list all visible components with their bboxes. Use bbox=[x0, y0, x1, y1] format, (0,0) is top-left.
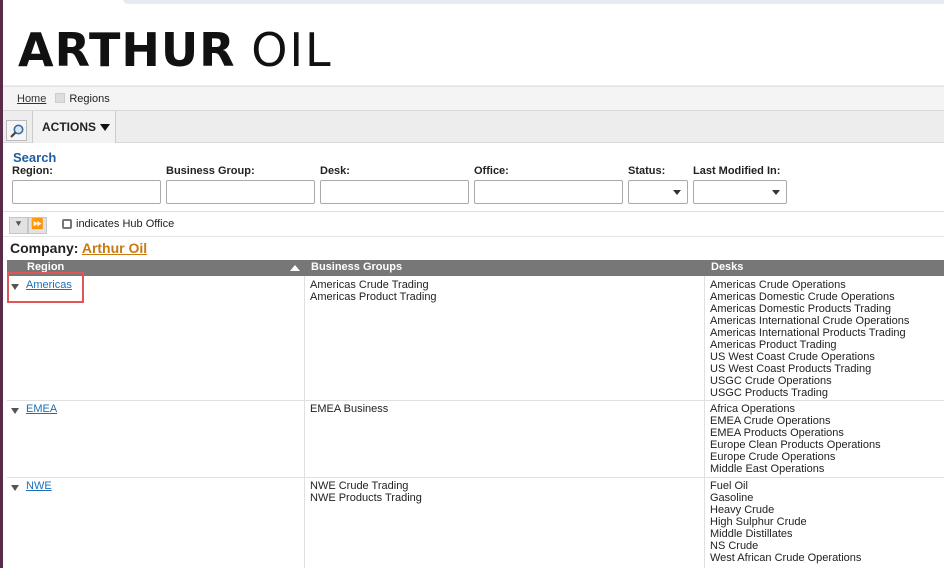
desk-item: Middle Distillates bbox=[710, 528, 793, 540]
company-heading: Company: Arthur Oil bbox=[10, 240, 148, 256]
desk-item: NS Crude bbox=[710, 540, 759, 552]
desk-item: Fuel Oil bbox=[710, 480, 748, 492]
sort-ascending-icon[interactable] bbox=[290, 265, 300, 271]
desk-item: US West Coast Crude Operations bbox=[710, 351, 875, 363]
search-panel: Search Region: Business Group: Desk: Off… bbox=[3, 144, 944, 212]
desk-item: Americas Domestic Products Trading bbox=[710, 303, 891, 315]
desk-item: US West Coast Products Trading bbox=[710, 363, 872, 375]
business-group-item: NWE Products Trading bbox=[310, 492, 422, 504]
business-groups-cell: EMEA Business bbox=[305, 401, 705, 477]
desk-item: Africa Operations bbox=[710, 403, 795, 415]
expand-triangle-icon[interactable] bbox=[11, 408, 19, 414]
column-header-business-groups[interactable]: Business Groups bbox=[311, 261, 402, 273]
table-row: EMEA EMEA Business Africa Operations EME… bbox=[7, 401, 944, 478]
desk-item: Middle East Operations bbox=[710, 463, 825, 475]
status-label: Status: bbox=[628, 165, 666, 177]
desk-label: Desk: bbox=[320, 165, 350, 177]
toolbar: ACTIONS bbox=[3, 110, 944, 143]
highlight-box bbox=[7, 272, 84, 303]
actions-menu-button[interactable]: ACTIONS bbox=[32, 111, 116, 143]
top-strip bbox=[3, 0, 944, 10]
regions-table: Region Business Groups Desks Americas Am… bbox=[7, 260, 944, 568]
region-input[interactable] bbox=[12, 180, 161, 204]
desk-item: EMEA Crude Operations bbox=[710, 415, 831, 427]
region-label: Region: bbox=[12, 165, 53, 177]
business-group-label: Business Group: bbox=[166, 165, 255, 177]
desk-item: Europe Crude Operations bbox=[710, 451, 836, 463]
desk-item: Heavy Crude bbox=[710, 504, 775, 516]
status-field: Status: bbox=[628, 165, 688, 204]
desk-field: Desk: bbox=[320, 165, 469, 204]
desk-item: USGC Crude Operations bbox=[710, 375, 832, 387]
business-group-item: Americas Product Trading bbox=[310, 291, 437, 303]
search-toggle-button[interactable] bbox=[6, 120, 27, 141]
caret-down-icon bbox=[100, 124, 110, 131]
desk-item: USGC Products Trading bbox=[710, 387, 828, 399]
last-modified-label: Last Modified In: bbox=[693, 165, 781, 177]
desk-item: Gasoline bbox=[710, 492, 754, 504]
desk-item: High Sulphur Crude bbox=[710, 516, 807, 528]
magnifier-icon bbox=[10, 124, 24, 138]
region-cell: NWE bbox=[7, 478, 305, 568]
business-group-item: NWE Crude Trading bbox=[310, 480, 409, 492]
column-header-desks[interactable]: Desks bbox=[711, 261, 743, 273]
business-group-item: EMEA Business bbox=[310, 403, 389, 415]
region-link[interactable]: NWE bbox=[26, 480, 52, 492]
office-label: Office: bbox=[474, 165, 509, 177]
expand-next-button[interactable]: ⏩ bbox=[28, 217, 47, 234]
arthur-oil-logo: ARTHUR OIL bbox=[18, 23, 333, 77]
table-header: Region Business Groups Desks bbox=[7, 260, 944, 276]
desks-cell: Americas Crude Operations Americas Domes… bbox=[705, 276, 944, 400]
office-input[interactable] bbox=[474, 180, 623, 204]
desk-item: Americas International Crude Operations bbox=[710, 315, 910, 327]
desks-cell: Africa Operations EMEA Crude Operations … bbox=[705, 401, 944, 477]
region-link[interactable]: EMEA bbox=[26, 403, 57, 415]
breadcrumb-separator-icon bbox=[55, 93, 66, 103]
status-select[interactable] bbox=[628, 180, 688, 204]
header: ARTHUR OIL bbox=[3, 10, 944, 86]
desk-item: Europe Clean Products Operations bbox=[710, 439, 881, 451]
business-groups-cell: Americas Crude Trading Americas Product … bbox=[305, 276, 705, 400]
business-group-item: Americas Crude Trading bbox=[310, 279, 429, 291]
region-cell: EMEA bbox=[7, 401, 305, 477]
business-group-input[interactable] bbox=[166, 180, 315, 204]
desk-item: EMEA Products Operations bbox=[710, 427, 844, 439]
office-field: Office: bbox=[474, 165, 623, 204]
top-pill bbox=[123, 0, 944, 4]
desk-item: West African Crude Operations bbox=[710, 552, 862, 564]
desk-item: Americas Domestic Crude Operations bbox=[710, 291, 895, 303]
breadcrumb-home-link[interactable]: Home bbox=[17, 93, 46, 105]
company-link[interactable]: Arthur Oil bbox=[82, 240, 147, 256]
breadcrumb: Home Regions bbox=[3, 86, 944, 110]
hub-bar: ⯆ ⏩ indicates Hub Office bbox=[3, 213, 944, 237]
breadcrumb-current: Regions bbox=[69, 93, 110, 105]
collapse-all-button[interactable]: ⯆ bbox=[9, 217, 28, 234]
desk-input[interactable] bbox=[320, 180, 469, 204]
table-row: Americas Americas Crude Trading Americas… bbox=[7, 276, 944, 401]
expand-triangle-icon[interactable] bbox=[11, 485, 19, 491]
region-field: Region: bbox=[12, 165, 161, 204]
table-row: NWE NWE Crude Trading NWE Products Tradi… bbox=[7, 478, 944, 568]
last-modified-field: Last Modified In: bbox=[693, 165, 787, 204]
business-group-field: Business Group: bbox=[166, 165, 315, 204]
business-groups-cell: NWE Crude Trading NWE Products Trading bbox=[305, 478, 705, 568]
desk-item: Americas Crude Operations bbox=[710, 279, 846, 291]
desk-item: Americas International Products Trading bbox=[710, 327, 906, 339]
hub-note: indicates Hub Office bbox=[76, 218, 175, 230]
hub-office-icon bbox=[62, 219, 72, 229]
last-modified-select[interactable] bbox=[693, 180, 787, 204]
desks-cell: Fuel Oil Gasoline Heavy Crude High Sulph… bbox=[705, 478, 944, 568]
desk-item: Americas Product Trading bbox=[710, 339, 837, 351]
search-title: Search bbox=[13, 150, 57, 165]
